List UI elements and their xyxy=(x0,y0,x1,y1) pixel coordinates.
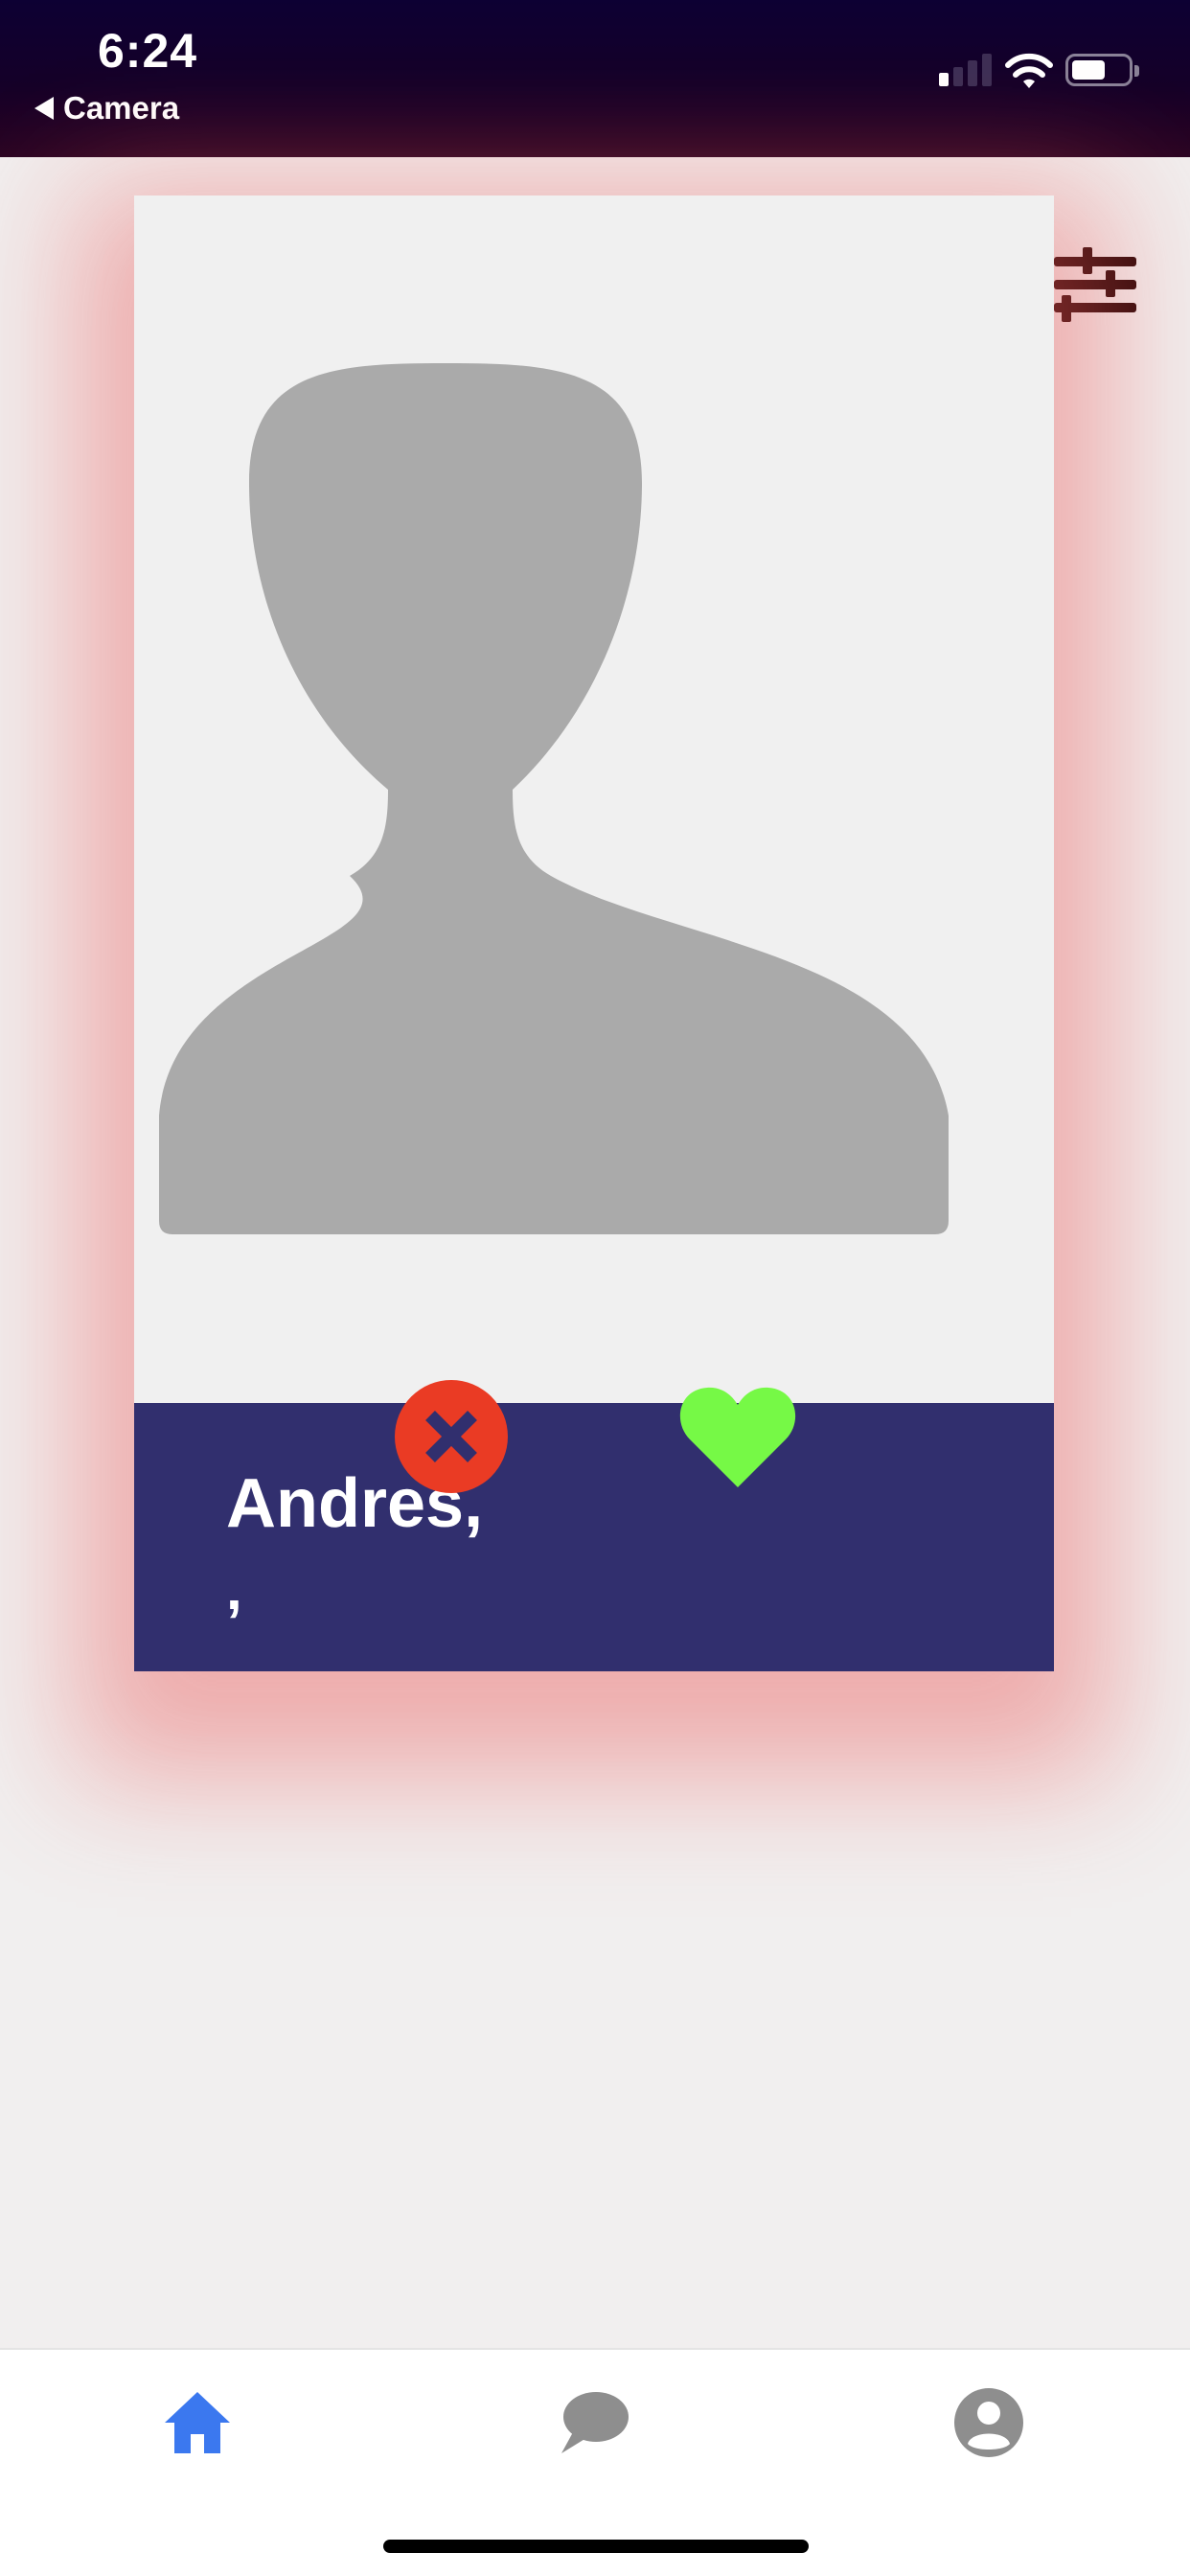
sliders-icon[interactable] xyxy=(1052,243,1138,324)
signal-icon xyxy=(939,54,992,86)
user-circle-icon[interactable] xyxy=(950,2384,1027,2461)
profile-subtitle: , xyxy=(226,1557,242,1622)
battery-icon xyxy=(1065,54,1139,86)
reject-button[interactable] xyxy=(395,1380,508,1493)
heart-icon xyxy=(679,1387,796,1487)
profile-card[interactable]: Andres, , xyxy=(134,196,1054,1671)
home-icon[interactable] xyxy=(159,2384,236,2461)
back-label: Camera xyxy=(63,90,180,126)
app-screen: 6:24 Camera Andres, , xyxy=(0,0,1190,2576)
like-button[interactable] xyxy=(678,1384,797,1491)
chat-bubble-icon[interactable] xyxy=(556,2384,632,2461)
home-indicator xyxy=(383,2540,809,2553)
person-silhouette-icon xyxy=(159,363,949,1234)
status-bar: 6:24 Camera xyxy=(0,0,1190,157)
status-time: 6:24 xyxy=(98,24,198,78)
back-to-camera-button[interactable]: Camera xyxy=(34,90,179,126)
wifi-icon xyxy=(1005,53,1053,88)
profile-info-panel: Andres, , xyxy=(134,1403,1054,1671)
battery-level xyxy=(1072,60,1105,80)
close-icon xyxy=(425,1411,477,1462)
back-arrow-icon xyxy=(34,97,54,120)
